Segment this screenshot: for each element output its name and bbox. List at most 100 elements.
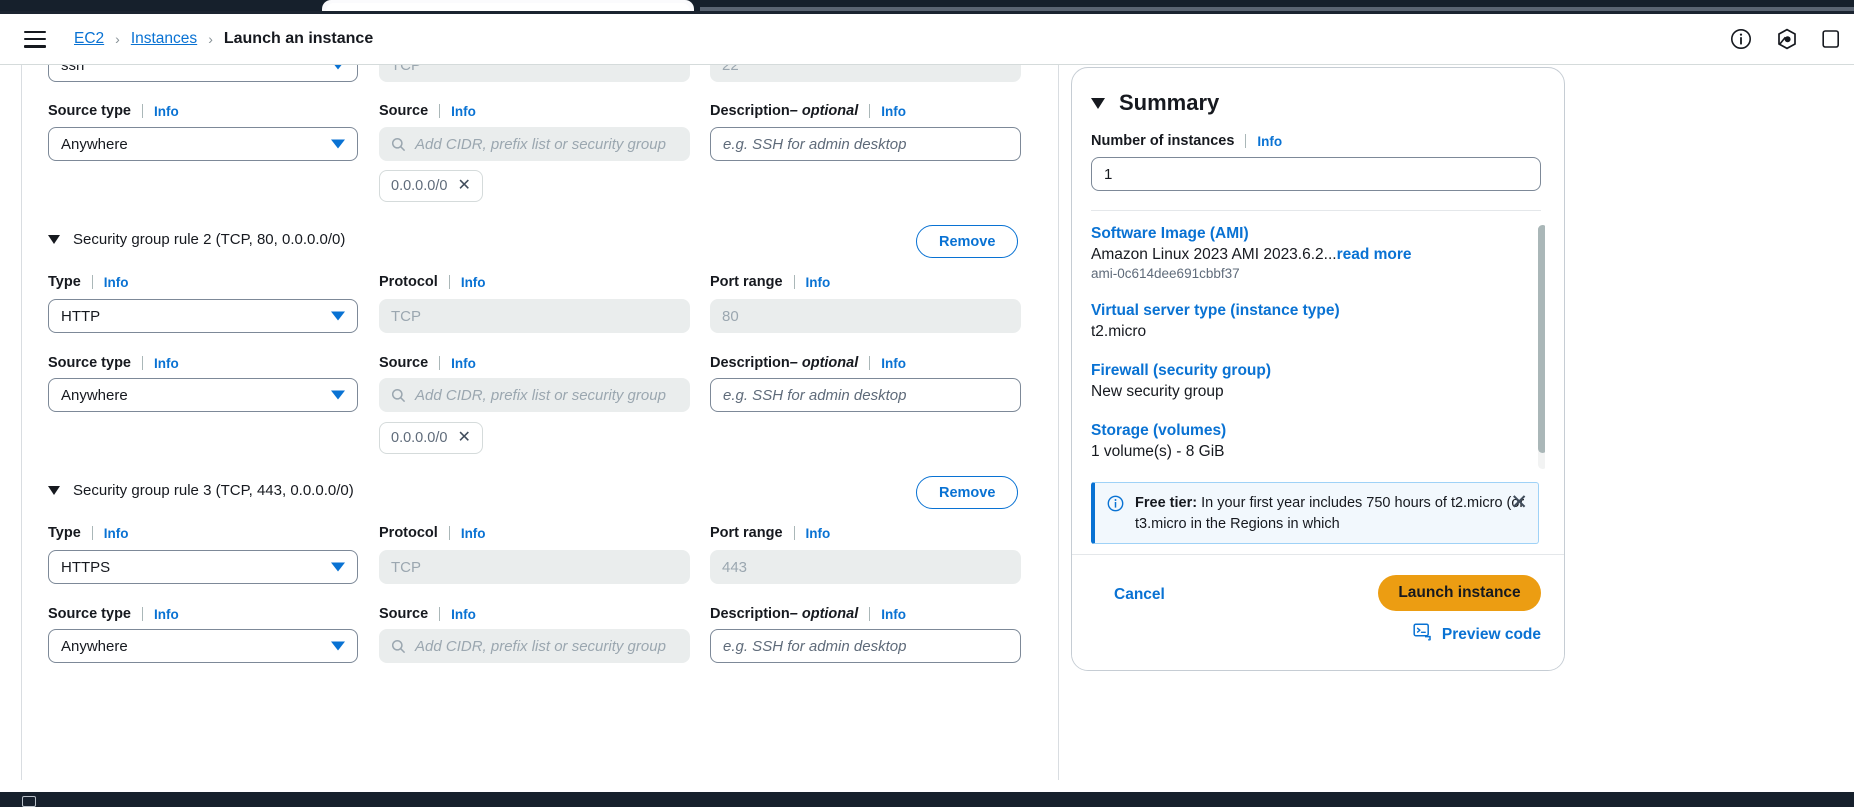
rule2-description-info-link[interactable]: Info bbox=[881, 356, 906, 371]
hamburger-icon[interactable] bbox=[24, 31, 46, 48]
rule3-remove-button[interactable]: Remove bbox=[916, 476, 1018, 509]
preview-code-link[interactable]: Preview code bbox=[1413, 623, 1541, 646]
close-icon[interactable]: ✕ bbox=[457, 178, 470, 194]
rule3-port-label: Port range bbox=[710, 525, 783, 541]
rule1-source-token[interactable]: 0.0.0.0/0 ✕ bbox=[379, 170, 483, 202]
cancel-button[interactable]: Cancel bbox=[1114, 586, 1165, 604]
rule1-source-type-info-link[interactable]: Info bbox=[154, 104, 179, 119]
rule2-source-placeholder: Add CIDR, prefix list or security group bbox=[415, 387, 666, 404]
rule3-header-label: Security group rule 3 (TCP, 443, 0.0.0.0… bbox=[73, 482, 354, 499]
label-divider bbox=[439, 356, 440, 370]
summary-item-firewall-title[interactable]: Firewall (security group) bbox=[1091, 362, 1545, 380]
rule3-port-value: 443 bbox=[722, 559, 747, 576]
breadcrumb-item-ec2[interactable]: EC2 bbox=[74, 30, 104, 48]
number-of-instances-input[interactable]: 1 bbox=[1091, 157, 1541, 191]
rule2-source-search[interactable]: Add CIDR, prefix list or security group bbox=[379, 378, 690, 412]
extra-panel-icon[interactable] bbox=[1822, 28, 1844, 50]
rule1-source-type-select[interactable]: Anywhere bbox=[48, 127, 358, 161]
rule2-source-type-select[interactable]: Anywhere bbox=[48, 378, 358, 412]
summary-divider bbox=[1058, 65, 1059, 780]
summary-collapse-header[interactable]: Summary bbox=[1072, 68, 1564, 116]
info-circle-icon bbox=[1107, 495, 1124, 543]
rule3-description-input[interactable]: e.g. SSH for admin desktop bbox=[710, 629, 1021, 663]
rule3-source-label: Source bbox=[379, 606, 428, 622]
breadcrumb-item-instances[interactable]: Instances bbox=[131, 30, 197, 48]
rule2-description-input[interactable]: e.g. SSH for admin desktop bbox=[710, 378, 1021, 412]
rule1-type-value: ssh bbox=[61, 65, 84, 74]
rule2-source-type-label: Source type bbox=[48, 355, 131, 371]
summary-item-instance-type-title[interactable]: Virtual server type (instance type) bbox=[1091, 302, 1545, 320]
number-of-instances-info-link[interactable]: Info bbox=[1257, 134, 1282, 149]
rule3-protocol-info-link[interactable]: Info bbox=[461, 526, 486, 541]
rule3-source-info-link[interactable]: Info bbox=[451, 607, 476, 622]
rule1-description-input[interactable]: e.g. SSH for admin desktop bbox=[710, 127, 1021, 161]
rule3-source-placeholder: Add CIDR, prefix list or security group bbox=[415, 638, 666, 655]
rule2-source-info-link[interactable]: Info bbox=[451, 356, 476, 371]
summary-item-ami: Software Image (AMI) Amazon Linux 2023 A… bbox=[1091, 225, 1545, 281]
summary-title: Summary bbox=[1119, 90, 1219, 116]
free-tier-bold-label: Free tier: bbox=[1135, 495, 1197, 511]
rule2-remove-button[interactable]: Remove bbox=[916, 225, 1018, 258]
rule3-type-select[interactable]: HTTPS bbox=[48, 550, 358, 584]
summary-item-instance-type: Virtual server type (instance type) t2.m… bbox=[1091, 302, 1545, 341]
rule2-source-token-label: 0.0.0.0/0 bbox=[391, 430, 447, 446]
label-divider bbox=[439, 607, 440, 621]
rule2-protocol-info-link[interactable]: Info bbox=[461, 275, 486, 290]
number-of-instances-value: 1 bbox=[1104, 166, 1112, 183]
summary-scrollbar[interactable] bbox=[1538, 225, 1545, 469]
breadcrumb-separator-icon: › bbox=[115, 31, 120, 47]
preview-code-label: Preview code bbox=[1442, 626, 1541, 644]
rule2-description-label-group: Description – optional Info bbox=[710, 355, 906, 371]
rule1-source-search[interactable]: Add CIDR, prefix list or security group bbox=[379, 127, 690, 161]
rule2-source-type-info-link[interactable]: Info bbox=[154, 356, 179, 371]
label-divider bbox=[1245, 134, 1246, 148]
info-circle-icon[interactable] bbox=[1730, 28, 1752, 50]
rule2-description-placeholder: e.g. SSH for admin desktop bbox=[723, 387, 906, 404]
chevron-down-icon bbox=[331, 391, 345, 400]
summary-scrollbar-thumb[interactable] bbox=[1538, 225, 1545, 453]
summary-item-ami-id: ami-0c614dee691cbbf37 bbox=[1091, 266, 1545, 281]
rule1-source-type-label-group: Source type Info bbox=[48, 103, 179, 119]
rule2-port-info-link[interactable]: Info bbox=[806, 275, 831, 290]
launch-instance-button[interactable]: Launch instance bbox=[1378, 575, 1541, 611]
summary-body: Number of instances Info 1 Software Imag… bbox=[1072, 133, 1564, 469]
rule1-source-token-label: 0.0.0.0/0 bbox=[391, 178, 447, 194]
rule3-description-info-link[interactable]: Info bbox=[881, 607, 906, 622]
rule3-type-info-link[interactable]: Info bbox=[104, 526, 129, 541]
rule1-description-info-link[interactable]: Info bbox=[881, 104, 906, 119]
label-divider bbox=[92, 526, 93, 540]
close-icon[interactable]: ✕ bbox=[457, 430, 470, 446]
rule3-port-label-group: Port range Info bbox=[710, 525, 830, 541]
breadcrumb: EC2 › Instances › Launch an instance bbox=[74, 30, 373, 48]
rule3-port-info-link[interactable]: Info bbox=[806, 526, 831, 541]
chevron-down-icon bbox=[331, 642, 345, 651]
summary-item-ami-read-more-link[interactable]: read more bbox=[1337, 246, 1412, 263]
rule1-source-info-link[interactable]: Info bbox=[451, 104, 476, 119]
close-icon[interactable]: ✕ bbox=[1510, 492, 1528, 513]
rule3-source-search[interactable]: Add CIDR, prefix list or security group bbox=[379, 629, 690, 663]
summary-item-storage-title[interactable]: Storage (volumes) bbox=[1091, 422, 1545, 440]
rule2-source-token[interactable]: 0.0.0.0/0 ✕ bbox=[379, 422, 483, 454]
rule2-description-optional: – optional bbox=[790, 355, 858, 371]
rule2-protocol-value: TCP bbox=[391, 308, 421, 325]
hexagon-settings-icon[interactable] bbox=[1776, 28, 1798, 50]
rule1-type-select[interactable]: ssh bbox=[48, 65, 358, 82]
rule1-port-value: 22 bbox=[722, 65, 739, 74]
summary-item-ami-title[interactable]: Software Image (AMI) bbox=[1091, 225, 1545, 243]
label-divider bbox=[449, 526, 450, 540]
rule3-source-type-select[interactable]: Anywhere bbox=[48, 629, 358, 663]
rule2-port-value: 80 bbox=[722, 308, 739, 325]
rule2-collapse-header[interactable]: Security group rule 2 (TCP, 80, 0.0.0.0/… bbox=[48, 231, 345, 248]
rule1-source-type-value: Anywhere bbox=[61, 136, 128, 153]
rule1-description-label-group: Description – optional Info bbox=[710, 103, 906, 119]
summary-item-storage: Storage (volumes) 1 volume(s) - 8 GiB bbox=[1091, 422, 1545, 461]
content-area: ssh TCP 22 Source type Info Source Info bbox=[0, 65, 1854, 792]
rule2-type-select[interactable]: HTTP bbox=[48, 299, 358, 333]
rule3-collapse-header[interactable]: Security group rule 3 (TCP, 443, 0.0.0.0… bbox=[48, 482, 354, 499]
rule3-protocol-label: Protocol bbox=[379, 525, 438, 541]
window-icon[interactable] bbox=[22, 796, 36, 807]
search-icon bbox=[391, 388, 406, 403]
rule1-port-input: 22 bbox=[710, 65, 1021, 82]
rule2-type-info-link[interactable]: Info bbox=[104, 275, 129, 290]
rule3-source-type-info-link[interactable]: Info bbox=[154, 607, 179, 622]
